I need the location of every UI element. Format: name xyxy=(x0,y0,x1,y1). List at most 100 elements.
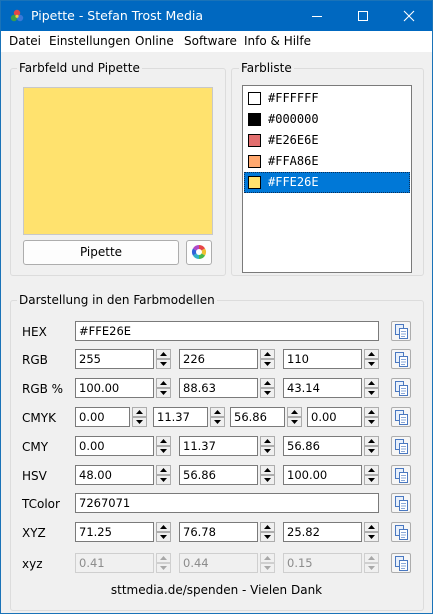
spin-down-button[interactable] xyxy=(156,532,171,542)
cmy-c-spinner[interactable] xyxy=(75,436,171,456)
maximize-button[interactable] xyxy=(340,1,386,31)
rgb-pct-r-input[interactable] xyxy=(76,379,153,397)
spin-down-button[interactable] xyxy=(287,417,302,427)
color-list-item[interactable]: #FFA86E xyxy=(244,151,410,172)
rgb-pct-g-spinner[interactable] xyxy=(179,378,275,398)
spin-up-button[interactable] xyxy=(364,465,379,475)
spin-up-button[interactable] xyxy=(287,407,302,417)
close-button[interactable] xyxy=(386,1,432,31)
color-list-item-selected[interactable]: #FFE26E xyxy=(244,172,410,193)
cmyk-c-input[interactable] xyxy=(76,408,129,426)
hsv-v-field[interactable] xyxy=(283,465,362,485)
copy-cmy-button[interactable] xyxy=(391,436,411,456)
copy-hex-button[interactable] xyxy=(391,321,411,341)
hex-field[interactable] xyxy=(75,321,379,341)
rgb-r-spinner[interactable] xyxy=(75,349,171,369)
tcolor-input[interactable] xyxy=(76,494,378,512)
menu-software[interactable]: Software xyxy=(184,34,237,48)
copy-rgb-button[interactable] xyxy=(391,349,411,369)
spin-up-button[interactable] xyxy=(260,349,275,359)
cmy-y-input[interactable] xyxy=(284,437,361,455)
xyz-y-input[interactable] xyxy=(180,523,257,541)
spin-up-button[interactable] xyxy=(132,407,147,417)
cmyk-k-spinner[interactable] xyxy=(307,407,379,427)
xyz-z-input[interactable] xyxy=(284,523,361,541)
hsv-h-spinner[interactable] xyxy=(75,465,171,485)
spin-up-button[interactable] xyxy=(364,436,379,446)
color-list[interactable]: #FFFFFF #000000 #E26E6E #FFA86E #FFE26E xyxy=(242,85,412,273)
rgb-b-field[interactable] xyxy=(283,349,362,369)
spin-up-button[interactable] xyxy=(364,349,379,359)
spin-up-button[interactable] xyxy=(156,349,171,359)
xyz-x-input[interactable] xyxy=(76,523,153,541)
menu-online[interactable]: Online xyxy=(135,34,174,48)
rgb-pct-r-spinner[interactable] xyxy=(75,378,171,398)
spin-down-button[interactable] xyxy=(364,359,379,369)
spin-down-button[interactable] xyxy=(364,475,379,485)
spin-up-button[interactable] xyxy=(364,522,379,532)
spin-down-button[interactable] xyxy=(156,359,171,369)
copy-cmyk-button[interactable] xyxy=(391,407,411,427)
xyz-x-field[interactable] xyxy=(75,522,154,542)
rgb-pct-r-field[interactable] xyxy=(75,378,154,398)
rgb-pct-b-input[interactable] xyxy=(284,379,361,397)
cmy-c-input[interactable] xyxy=(76,437,153,455)
spin-up-button[interactable] xyxy=(364,378,379,388)
spin-down-button[interactable] xyxy=(156,388,171,398)
rgb-b-input[interactable] xyxy=(284,350,361,368)
hsv-s-field[interactable] xyxy=(179,465,258,485)
rgb-pct-g-input[interactable] xyxy=(180,379,257,397)
spin-down-button[interactable] xyxy=(364,532,379,542)
spin-up-button[interactable] xyxy=(260,465,275,475)
xyz-y-spinner[interactable] xyxy=(179,522,275,542)
copy-tcolor-button[interactable] xyxy=(391,493,411,513)
hex-input[interactable] xyxy=(76,322,378,340)
menu-einstellungen[interactable]: Einstellungen xyxy=(49,34,130,48)
rgb-r-input[interactable] xyxy=(76,350,153,368)
copy-xyz-button[interactable] xyxy=(391,522,411,542)
cmy-y-spinner[interactable] xyxy=(283,436,379,456)
pipette-button[interactable]: Pipette xyxy=(23,240,179,265)
cmy-m-field[interactable] xyxy=(179,436,258,456)
cmyk-c-spinner[interactable] xyxy=(75,407,147,427)
cmyk-y-input[interactable] xyxy=(231,408,284,426)
spin-up-button[interactable] xyxy=(156,522,171,532)
cmyk-k-input[interactable] xyxy=(308,408,361,426)
spin-down-button[interactable] xyxy=(260,446,275,456)
copy-rgb-pct-button[interactable] xyxy=(391,378,411,398)
xyz-x-spinner[interactable] xyxy=(75,522,171,542)
xyz-z-field[interactable] xyxy=(283,522,362,542)
spin-down-button[interactable] xyxy=(156,475,171,485)
spin-down-button[interactable] xyxy=(156,446,171,456)
rgb-pct-b-field[interactable] xyxy=(283,378,362,398)
spin-down-button[interactable] xyxy=(260,388,275,398)
copy-hsv-button[interactable] xyxy=(391,465,411,485)
spin-down-button[interactable] xyxy=(260,359,275,369)
cmy-c-field[interactable] xyxy=(75,436,154,456)
cmy-m-input[interactable] xyxy=(180,437,257,455)
cmyk-y-spinner[interactable] xyxy=(230,407,302,427)
spin-up-button[interactable] xyxy=(260,378,275,388)
cmy-m-spinner[interactable] xyxy=(179,436,275,456)
cmyk-k-field[interactable] xyxy=(307,407,362,427)
menu-datei[interactable]: Datei xyxy=(9,34,41,48)
cmyk-m-field[interactable] xyxy=(153,407,208,427)
rgb-b-spinner[interactable] xyxy=(283,349,379,369)
spin-up-button[interactable] xyxy=(210,407,225,417)
xyz-y-field[interactable] xyxy=(179,522,258,542)
cmyk-m-input[interactable] xyxy=(154,408,207,426)
hsv-h-input[interactable] xyxy=(76,466,153,484)
spin-up-button[interactable] xyxy=(364,407,379,417)
hsv-v-input[interactable] xyxy=(284,466,361,484)
cmyk-m-spinner[interactable] xyxy=(153,407,225,427)
hsv-h-field[interactable] xyxy=(75,465,154,485)
copy-xyz-small-button[interactable] xyxy=(391,553,411,573)
hsv-v-spinner[interactable] xyxy=(283,465,379,485)
tcolor-field[interactable] xyxy=(75,493,379,513)
color-list-item[interactable]: #FFFFFF xyxy=(244,88,410,109)
spin-down-button[interactable] xyxy=(364,388,379,398)
cmyk-c-field[interactable] xyxy=(75,407,130,427)
xyz-z-spinner[interactable] xyxy=(283,522,379,542)
spin-down-button[interactable] xyxy=(132,417,147,427)
rgb-r-field[interactable] xyxy=(75,349,154,369)
